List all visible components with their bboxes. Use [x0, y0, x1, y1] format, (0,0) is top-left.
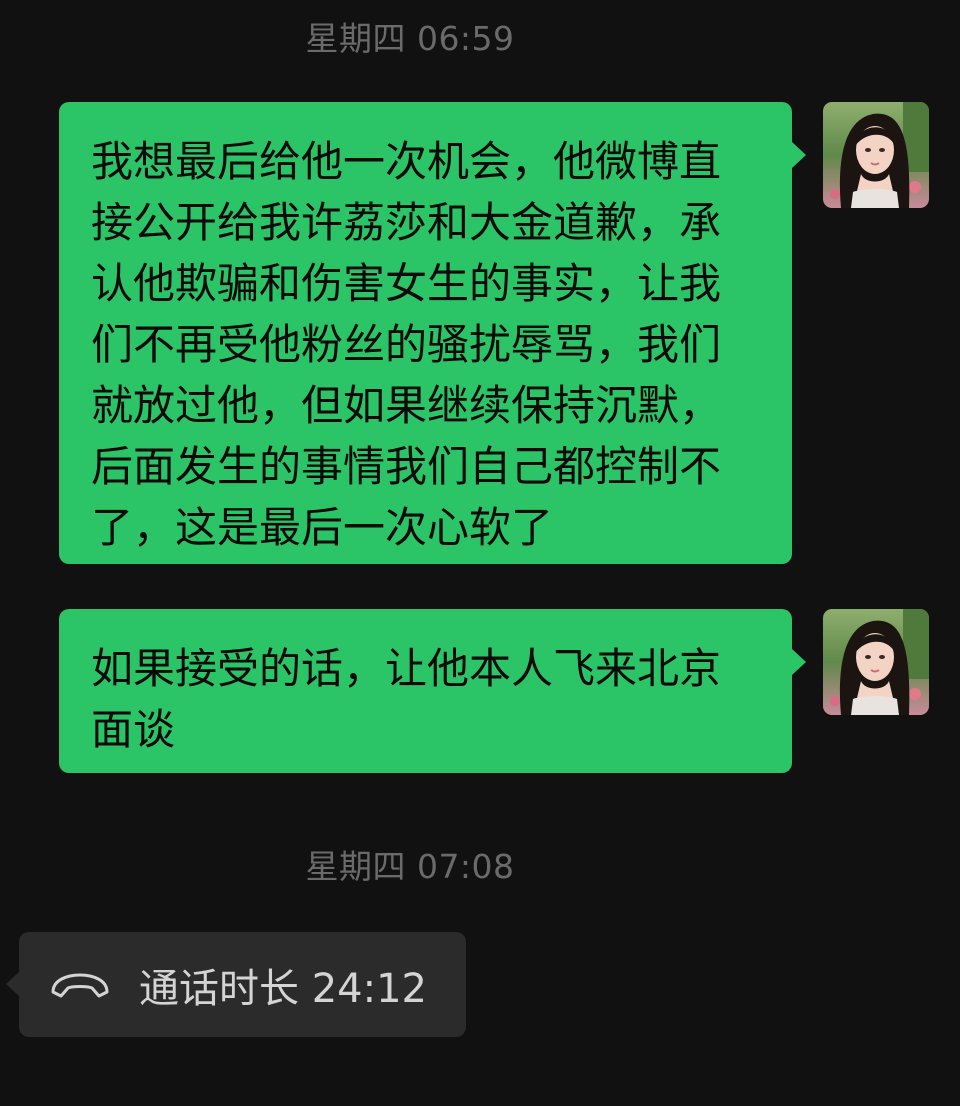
timestamp: 星期四 06:59 [305, 19, 515, 58]
avatar[interactable] [823, 102, 929, 208]
avatar[interactable] [823, 609, 929, 715]
timestamp: 星期四 07:08 [305, 847, 515, 886]
call-duration-text: 通话时长 24:12 [139, 965, 427, 1012]
phone-hangup-icon [51, 973, 109, 997]
call-record-bubble[interactable]: 通话时长 24:12 [6, 932, 466, 1037]
message-bubble[interactable]: 我想最后给他一次机会，他微博直接公开给我许荔莎和大金道歉，承认他欺骗和伤害女生的… [59, 102, 806, 564]
message-bubble[interactable]: 如果接受的话，让他本人飞来北京面谈 [59, 609, 806, 773]
chat-area[interactable]: 星期四 06:59 我想最后给他一次机会，他微博直接公开给我许荔莎和大金道歉，承… [0, 0, 960, 1106]
